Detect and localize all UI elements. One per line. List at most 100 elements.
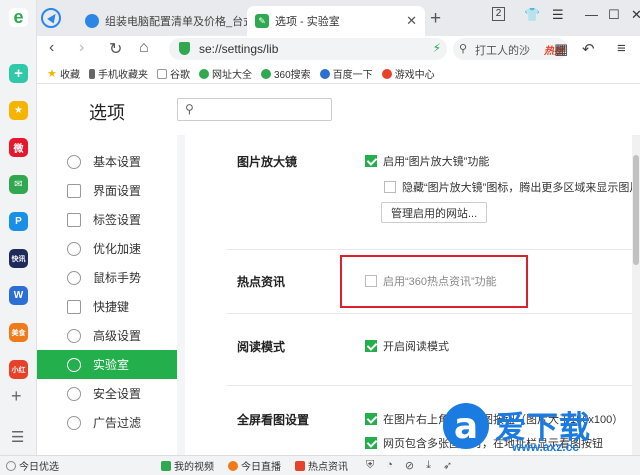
- checkbox-unchecked[interactable]: [384, 181, 396, 193]
- gear-icon: [67, 154, 81, 169]
- close-tab-icon[interactable]: ✕: [406, 13, 417, 29]
- settings-search-input[interactable]: ⚲: [177, 98, 332, 121]
- block-icon[interactable]: ⊘: [405, 459, 414, 472]
- search-icon: ⚲: [459, 43, 468, 55]
- bolt-icon: [67, 241, 81, 256]
- section-title-reading: 阅读模式: [237, 340, 286, 354]
- menu-icon[interactable]: ☰: [552, 7, 564, 23]
- add-app-icon[interactable]: +: [9, 64, 28, 83]
- checkbox-checked[interactable]: [365, 340, 377, 352]
- shield-icon: [67, 386, 81, 401]
- page-title: 选项: [89, 103, 125, 123]
- bookmark-mobile[interactable]: 手机收藏夹: [89, 66, 148, 81]
- watermark-url: www.axz.cc: [512, 440, 579, 454]
- apps-grid-icon[interactable]: ▦: [554, 40, 568, 58]
- bookmark-baidu[interactable]: 百度一下: [319, 66, 373, 81]
- forward-icon[interactable]: ›: [79, 39, 84, 57]
- news-app-icon[interactable]: 快讯: [9, 249, 28, 268]
- star-app-icon[interactable]: ★: [9, 101, 28, 120]
- tab-count-badge[interactable]: 2: [492, 7, 505, 21]
- settings-nav: 基本设置 界面设置 标签设置 优化加速 鼠标手势 快捷键 高级设置 实验室 安全…: [37, 135, 177, 455]
- scrollbar-thumb[interactable]: [633, 155, 639, 265]
- status-today-picks[interactable]: 今日优选: [6, 458, 59, 473]
- bolt-icon[interactable]: ⚡: [433, 41, 441, 55]
- shield-icon[interactable]: ⛨: [366, 459, 374, 472]
- divider: [227, 385, 632, 386]
- mail-app-icon[interactable]: ✉: [9, 175, 28, 194]
- nav-item-gestures[interactable]: 鼠标手势: [37, 263, 177, 292]
- close-window-icon[interactable]: ✕: [631, 7, 640, 23]
- status-live[interactable]: 今日直播: [228, 458, 281, 473]
- shop-app-icon[interactable]: 小红: [9, 360, 28, 379]
- nav-item-basic[interactable]: 基本设置: [37, 147, 177, 176]
- browser-logo-icon[interactable]: e: [9, 7, 28, 27]
- search-input[interactable]: ⚲ 打工人的沙 热搜: [453, 38, 568, 60]
- checkbox-checked[interactable]: [365, 437, 377, 449]
- 360-icon: [261, 68, 271, 79]
- tab-2-active[interactable]: ✎ 选项 - 实验室 ✕: [247, 6, 425, 36]
- doc-app-icon[interactable]: W: [9, 286, 28, 305]
- speed-icon[interactable]: ◔: [386, 459, 393, 472]
- add-sidebar-app-icon[interactable]: +: [11, 386, 22, 407]
- minimize-icon[interactable]: —: [585, 7, 598, 22]
- bookmark-hao[interactable]: 网址大全: [199, 66, 252, 81]
- undo-icon[interactable]: ↶: [582, 40, 595, 58]
- sidebar-menu-icon[interactable]: ☰: [11, 428, 24, 446]
- new-tab-icon[interactable]: +: [430, 8, 441, 30]
- back-icon[interactable]: ‹: [49, 39, 54, 57]
- mouse-icon: [67, 270, 81, 285]
- weibo-app-icon[interactable]: 微: [9, 138, 28, 157]
- bookmarks-bar: ★ 收藏 手机收藏夹 谷歌 网址大全 360搜索 百度一下 游戏中心: [37, 64, 640, 84]
- download-icon[interactable]: ⤓: [426, 459, 431, 472]
- annotation-highlight-box: [340, 255, 528, 308]
- keyboard-icon: [67, 299, 81, 314]
- nav-item-adblock[interactable]: 广告过滤: [37, 408, 177, 437]
- pdf-app-icon[interactable]: P: [9, 212, 28, 231]
- reading-enable-checkbox[interactable]: 开启阅读模式: [365, 338, 449, 354]
- nav-item-lab[interactable]: 实验室: [37, 350, 177, 379]
- checkbox-checked[interactable]: [365, 413, 377, 425]
- divider: [227, 313, 632, 314]
- skin-icon[interactable]: 👕: [524, 7, 540, 23]
- settings-header: 选项 ⚲: [37, 85, 640, 135]
- tab-icon: [67, 212, 81, 227]
- baidu-icon: [319, 68, 330, 79]
- address-url: se://settings/lib: [199, 42, 279, 56]
- thumb-icon: [6, 460, 16, 471]
- home-icon[interactable]: ⌂: [139, 39, 149, 57]
- bookmark-360[interactable]: 360搜索: [261, 66, 311, 81]
- section-title-fullscreen: 全屏看图设置: [237, 413, 310, 427]
- nav-item-shortcuts[interactable]: 快捷键: [37, 292, 177, 321]
- nav-item-optimize[interactable]: 优化加速: [37, 234, 177, 263]
- maximize-icon[interactable]: ☐: [608, 7, 620, 23]
- page-icon: [157, 68, 167, 79]
- nav-item-tabs[interactable]: 标签设置: [37, 205, 177, 234]
- nav-item-advanced[interactable]: 高级设置: [37, 321, 177, 350]
- checkbox-checked[interactable]: [365, 155, 377, 167]
- watermark-a-icon: a: [443, 403, 489, 449]
- compass-icon[interactable]: [41, 8, 61, 28]
- magnifier-hide-checkbox[interactable]: 隐藏“图片放大镜”图标，腾出更多区域来显示图片: [384, 179, 640, 195]
- more-menu-icon[interactable]: ≡: [617, 40, 626, 57]
- status-hot-news[interactable]: 热点资讯: [295, 458, 348, 473]
- manage-sites-button[interactable]: 管理启用的网站...: [381, 202, 488, 223]
- video-icon: [161, 460, 171, 471]
- reload-icon[interactable]: ↻: [109, 39, 122, 59]
- bookmark-google[interactable]: 谷歌: [157, 66, 190, 81]
- tab-bar: 组装电脑配置清单及价格_台式电 ✎ 选项 - 实验室 ✕ + 2 👕 ☰ — ☐…: [37, 0, 640, 36]
- nav-item-interface[interactable]: 界面设置: [37, 176, 177, 205]
- rocket-icon[interactable]: ➶: [443, 459, 452, 472]
- fire-icon: [228, 460, 238, 471]
- magnifier-enable-checkbox[interactable]: 启用“图片放大镜”功能: [365, 153, 489, 169]
- bookmark-games[interactable]: 游戏中心: [381, 66, 435, 81]
- status-my-videos[interactable]: 我的视频: [161, 458, 214, 473]
- game-icon: [381, 68, 392, 79]
- bookmark-favorites[interactable]: ★ 收藏: [47, 66, 80, 81]
- address-bar[interactable]: se://settings/lib ⚡: [169, 38, 447, 60]
- search-query: 打工人的沙: [475, 45, 530, 57]
- window-icon: [67, 183, 81, 198]
- nav-item-security[interactable]: 安全设置: [37, 379, 177, 408]
- food-app-icon[interactable]: 美食: [9, 323, 28, 342]
- star-icon: ★: [47, 67, 57, 80]
- section-title-magnifier: 图片放大镜: [237, 155, 298, 169]
